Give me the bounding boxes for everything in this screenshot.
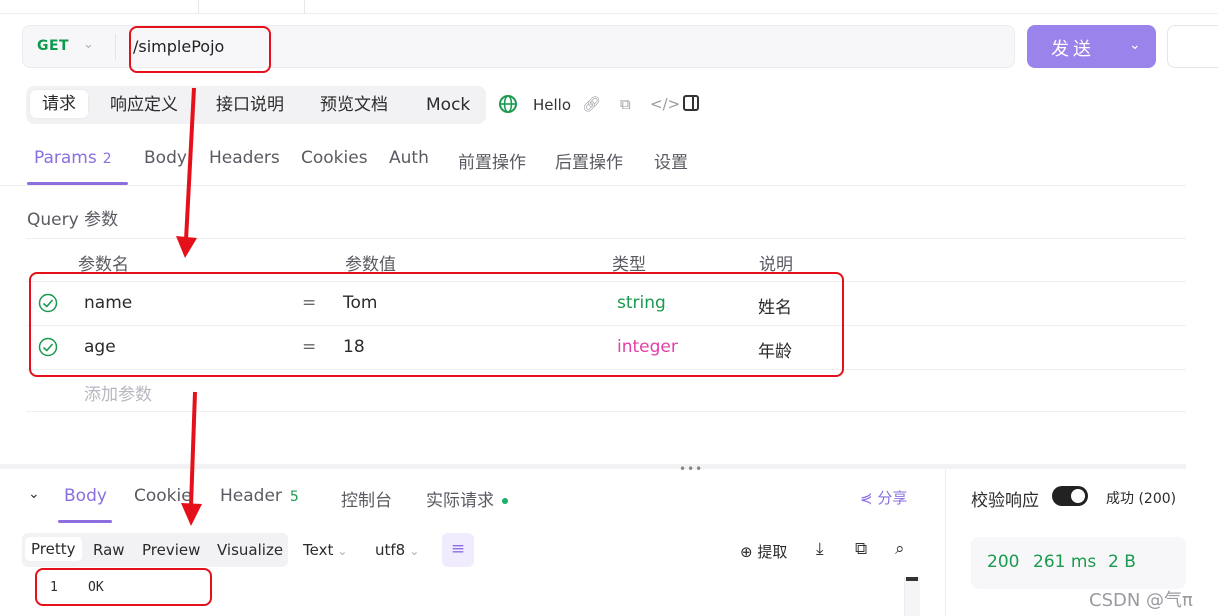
tab-api-description[interactable]: 接口说明 bbox=[216, 92, 284, 118]
tab-actual-request[interactable]: 实际请求 bbox=[426, 486, 508, 511]
chevron-down-icon: ⌄ bbox=[337, 544, 348, 558]
extract-label: 提取 bbox=[757, 543, 788, 561]
panel-splitter[interactable] bbox=[0, 464, 1186, 469]
tab-response-cookie[interactable]: Cookie bbox=[134, 486, 192, 506]
annotation-arrowhead bbox=[176, 236, 197, 258]
extract-icon: ⊕ bbox=[740, 543, 753, 561]
tab-console[interactable]: 控制台 bbox=[341, 486, 392, 511]
query-params-title: Query 参数 bbox=[27, 210, 119, 230]
annotation-box-params bbox=[29, 272, 844, 377]
view-pretty[interactable]: Pretty bbox=[25, 537, 82, 561]
format-select-value: Text bbox=[303, 541, 334, 559]
response-size: 2 B bbox=[1108, 552, 1136, 572]
view-visualize[interactable]: Visualize bbox=[217, 541, 283, 559]
annotation-box-response bbox=[35, 568, 212, 606]
chevron-down-icon[interactable]: ⌄ bbox=[1129, 37, 1141, 53]
panel-icon[interactable] bbox=[683, 95, 699, 111]
tab-pre-operations[interactable]: 前置操作 bbox=[458, 148, 526, 173]
chevron-down-icon[interactable]: ⌄ bbox=[83, 37, 94, 52]
copy-icon[interactable]: ⧉ bbox=[620, 95, 631, 113]
link-icon[interactable]: 🔗︎ bbox=[582, 95, 601, 113]
table-divider bbox=[26, 411, 1186, 412]
send-button[interactable]: 发送 ⌄ bbox=[1027, 25, 1156, 68]
annotation-box-url bbox=[129, 26, 271, 73]
code-icon[interactable]: </> bbox=[650, 95, 680, 113]
active-tab-indicator bbox=[27, 182, 128, 185]
tab-response-header[interactable]: Header 5 bbox=[220, 486, 299, 506]
copy-icon[interactable]: ⧉ bbox=[855, 539, 867, 559]
tab-preview-docs[interactable]: 预览文档 bbox=[320, 92, 388, 118]
toggle-knob bbox=[1071, 489, 1085, 503]
status-code: 200 bbox=[987, 552, 1020, 572]
tab-mock[interactable]: Mock bbox=[426, 92, 470, 118]
tab-separator bbox=[198, 0, 199, 14]
tab-params[interactable]: Params 2 bbox=[34, 148, 112, 168]
wrap-icon: ≡ bbox=[450, 539, 466, 559]
view-mode-tabs: Pretty Raw Preview Visualize bbox=[22, 533, 288, 567]
response-time: 261 ms bbox=[1033, 552, 1097, 572]
tab-post-operations[interactable]: 后置操作 bbox=[555, 148, 623, 173]
tab-request[interactable]: 请求 bbox=[30, 90, 88, 118]
method-select[interactable]: GET bbox=[37, 38, 69, 54]
chevron-down-icon: ⌄ bbox=[409, 544, 420, 558]
format-select[interactable]: Text ⌄ bbox=[303, 541, 347, 559]
globe-icon[interactable] bbox=[498, 94, 518, 114]
params-count-badge: 2 bbox=[102, 151, 112, 167]
save-button[interactable] bbox=[1167, 25, 1218, 68]
tab-response-header-label: Header bbox=[220, 486, 282, 506]
view-raw[interactable]: Raw bbox=[93, 541, 125, 559]
encoding-select[interactable]: utf8 ⌄ bbox=[375, 541, 419, 559]
panel-divider bbox=[945, 469, 946, 616]
send-label: 发送 bbox=[1051, 39, 1095, 60]
tab-params-label: Params bbox=[34, 148, 97, 168]
tab-body[interactable]: Body bbox=[144, 148, 187, 168]
download-icon[interactable]: ⤓ bbox=[816, 539, 824, 559]
tab-headers[interactable]: Headers bbox=[209, 148, 280, 168]
annotation-arrowhead bbox=[181, 503, 202, 526]
validation-status: 成功 (200) bbox=[1106, 491, 1177, 507]
tab-settings[interactable]: 设置 bbox=[654, 148, 688, 173]
tab-separator bbox=[304, 0, 305, 14]
extract-button[interactable]: ⊕ 提取 bbox=[740, 541, 787, 562]
active-tab-indicator bbox=[58, 520, 112, 523]
view-preview[interactable]: Preview bbox=[142, 541, 200, 559]
table-divider bbox=[26, 238, 1186, 239]
top-tab-strip bbox=[0, 0, 1218, 14]
tabs-divider bbox=[0, 185, 1186, 186]
validate-toggle[interactable] bbox=[1052, 486, 1088, 506]
share-label: 分享 bbox=[877, 489, 908, 507]
search-icon[interactable]: ⌕ bbox=[895, 539, 905, 559]
scrollbar-thumb[interactable] bbox=[906, 577, 918, 581]
drag-handle-icon[interactable]: ••• bbox=[679, 462, 703, 476]
encoding-select-value: utf8 bbox=[375, 541, 406, 559]
watermark: CSDN @气π bbox=[1089, 590, 1193, 611]
header-count-badge: 5 bbox=[289, 489, 299, 505]
collapse-chevron-icon[interactable]: ⌄ bbox=[28, 486, 40, 502]
request-tabs: 请求 响应定义 接口说明 预览文档 Mock bbox=[26, 86, 486, 124]
response-stats: 200 261 ms 2 B bbox=[971, 537, 1186, 589]
tab-actual-request-label: 实际请求 bbox=[426, 491, 494, 511]
share-icon: ⋞ bbox=[860, 489, 873, 507]
tab-auth[interactable]: Auth bbox=[389, 148, 429, 168]
environment-label[interactable]: Hello bbox=[533, 96, 571, 114]
tab-response-definition[interactable]: 响应定义 bbox=[110, 92, 178, 118]
scrollbar[interactable] bbox=[904, 577, 920, 616]
add-param-input[interactable]: 添加参数 bbox=[84, 380, 152, 405]
validate-response-label: 校验响应 bbox=[971, 491, 1039, 511]
status-dot bbox=[502, 498, 508, 504]
share-button[interactable]: ⋞ 分享 bbox=[860, 487, 907, 508]
tab-response-body[interactable]: Body bbox=[64, 486, 107, 506]
divider bbox=[115, 34, 116, 60]
wrap-lines-button[interactable]: ≡ bbox=[442, 533, 474, 567]
tab-cookies[interactable]: Cookies bbox=[301, 148, 368, 168]
